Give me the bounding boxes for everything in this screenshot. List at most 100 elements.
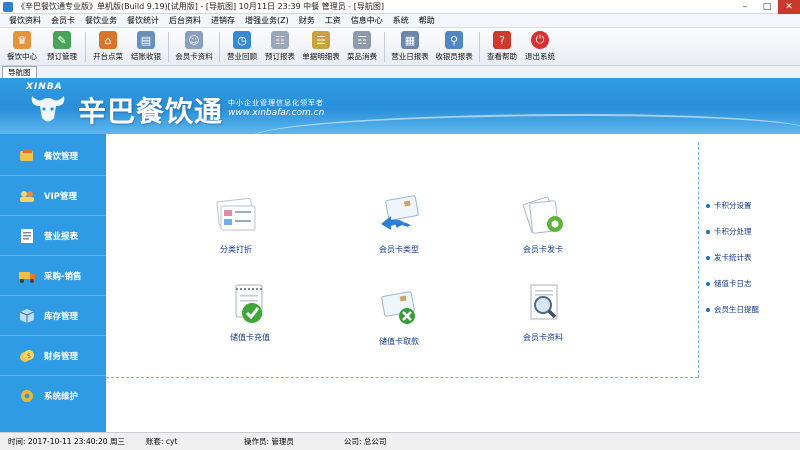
inventory-icon [18,308,36,324]
toolbar-open-table-button[interactable]: ⌂ 开台点菜 [89,28,127,66]
toolbar-business-review-button[interactable]: ◷ 营业回顾 [223,28,261,66]
toolbar-reservation-report-button[interactable]: ☷ 预订报表 [261,28,299,66]
menu-item[interactable]: 餐饮业务 [80,15,122,26]
link-birthday-reminder[interactable]: 会员生日提醒 [706,304,759,315]
toolbar-separator [384,32,385,62]
vip-management-icon [18,188,36,204]
stored-card-withdraw-icon [375,284,423,332]
dish-consumption-icon: ☶ [353,31,371,49]
toolbar-help-button[interactable]: ? 查看帮助 [483,28,521,66]
sidebar-item-report[interactable]: 营业报表 [0,216,106,256]
sidebar-item-dining[interactable]: 餐饮管理 [0,136,106,176]
menu-item[interactable]: 工资 [320,15,346,26]
bullet-icon [706,281,710,286]
member-card-icon: ☺ [185,31,203,49]
feature-member-card-info[interactable]: 会员卡资料 [503,280,583,343]
toolbar-separator [479,32,480,62]
menu-item[interactable]: 后台资料 [164,15,206,26]
feature-card-issue[interactable]: 会员卡发卡 [503,192,583,255]
feature-category-discount[interactable]: 分类打折 [196,192,276,255]
member-card-info-icon [519,280,567,328]
card-issue-icon [519,192,567,240]
maximize-icon[interactable]: □ [756,0,778,14]
bullet-icon [706,229,710,234]
menu-item[interactable]: 进销存 [206,15,240,26]
menu-item[interactable]: 餐饮统计 [122,15,164,26]
exit-icon: ⏻ [531,31,549,49]
minimize-icon[interactable]: – [734,0,756,14]
toolbar-member-card-button[interactable]: ☺ 会员卡资料 [172,28,216,66]
divider-vertical [698,142,699,378]
stored-card-recharge-icon [226,280,274,328]
dining-management-icon [18,148,36,164]
bullet-icon [706,307,710,312]
sidebar-item-inventory[interactable]: 库存管理 [0,296,106,336]
category-discount-icon [212,192,260,240]
help-icon: ? [493,31,511,49]
menu-item[interactable]: 系统 [388,15,414,26]
toolbar-cashier-report-button[interactable]: ⚲ 收银员报表 [432,28,476,66]
toolbar: ♛ 餐饮中心 ✎ 预订管理 ⌂ 开台点菜 ▤ 结账收银 ☺ 会员卡资料 ◷ 营业… [0,28,800,66]
menu-item[interactable]: 餐饮资料 [4,15,46,26]
link-card-points-process[interactable]: 卡积分处理 [706,226,752,237]
close-icon[interactable]: ✕ [778,0,800,14]
menu-item[interactable]: 帮助 [414,15,440,26]
toolbar-dining-center-button[interactable]: ♛ 餐饮中心 [2,28,42,66]
brand-slogan: 中小企业管理信息化领军者 [228,99,324,107]
status-operator: 操作员: 管理员 [244,437,294,446]
menu-item[interactable]: 增强业务(Z) [240,15,294,26]
link-stored-card-log[interactable]: 储值卡日志 [706,278,752,289]
window-controls: – □ ✕ [734,0,800,14]
brand-banner: XINBA 辛巴餐饮通 中小企业管理信息化领军者 www.xinbafar.co… [0,78,800,134]
brand-url: www.xinbafar.com.cn [228,108,325,118]
bullet-icon [706,255,710,260]
open-table-icon: ⌂ [99,31,117,49]
tab-navigation[interactable]: 导航图 [2,66,37,78]
svg-text:$: $ [27,352,31,360]
toolbar-daily-report-button[interactable]: ▦ 营业日报表 [388,28,432,66]
toolbar-checkout-button[interactable]: ▤ 结账收银 [127,28,165,66]
status-bar: 时间: 2017-10-11 23:40:20 周三 账套: cyt 操作员: … [0,432,800,450]
toolbar-separator [85,32,86,62]
link-card-points-setting[interactable]: 卡积分设置 [706,200,752,211]
purchase-sales-icon [18,268,36,284]
sidebar-item-finance[interactable]: $ 财务管理 [0,336,106,376]
window-title: 《辛巴餐饮通专业版》单机版(Build 9.19)[试用版] - [导航图] 1… [17,2,384,11]
toolbar-receipt-detail-button[interactable]: ☰ 单据明细表 [299,28,343,66]
system-maintenance-icon [18,388,36,404]
toolbar-separator [219,32,220,62]
title-bar: 《辛巴餐饮通专业版》单机版(Build 9.19)[试用版] - [导航图] 1… [0,0,800,14]
divider-horizontal [106,377,698,378]
dining-center-icon: ♛ [13,31,31,49]
menu-item[interactable]: 财务 [294,15,320,26]
toolbar-separator [168,32,169,62]
toolbar-reservation-button[interactable]: ✎ 预订管理 [42,28,82,66]
banner-decoration [250,114,800,134]
receipt-detail-icon: ☰ [312,31,330,49]
toolbar-dish-consumption-button[interactable]: ☶ 菜品消费 [343,28,381,66]
tab-strip: 导航图 [0,66,800,78]
cashier-report-icon: ⚲ [445,31,463,49]
brand-title: 辛巴餐饮通 [78,95,224,128]
business-review-icon: ◷ [233,31,251,49]
feature-member-card-type[interactable]: 会员卡类型 [359,192,439,255]
menu-bar: 餐饮资料 会员卡 餐饮业务 餐饮统计 后台资料 进销存 增强业务(Z) 财务 工… [0,14,800,28]
daily-report-icon: ▦ [401,31,419,49]
menu-item[interactable]: 信息中心 [346,15,388,26]
toolbar-exit-button[interactable]: ⏻ 退出系统 [521,28,559,66]
link-card-issue-stats[interactable]: 发卡统计表 [706,252,752,263]
app-icon [3,1,13,12]
menu-item[interactable]: 会员卡 [46,15,80,26]
sidebar-item-vip[interactable]: VIP管理 [0,176,106,216]
status-company: 公司: 总公司 [344,437,387,446]
sidebar-item-system[interactable]: 系统维护 [0,376,106,416]
feature-stored-card-withdraw[interactable]: 储值卡取款 [359,284,439,347]
status-time: 时间: 2017-10-11 23:40:20 周三 [8,437,125,446]
reservation-report-icon: ☷ [271,31,289,49]
sidebar-item-purchase[interactable]: 采购-销售 [0,256,106,296]
sidebar: 餐饮管理 VIP管理 营业报表 采购-销售 库存管理 $ 财务管理 系统维护 [0,134,106,432]
feature-stored-card-recharge[interactable]: 储值卡充值 [210,280,290,343]
member-card-type-icon [375,192,423,240]
business-report-icon [18,228,36,244]
brand-en: XINBA [26,82,63,92]
